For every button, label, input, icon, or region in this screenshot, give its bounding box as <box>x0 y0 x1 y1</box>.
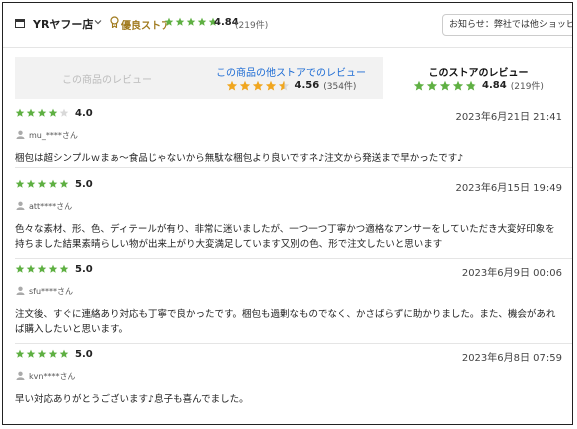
star-icon <box>465 80 477 90</box>
store-header: YRヤフー店 優良ストア 4.84 (219件) お知らせ：弊社では他ショッピン… <box>3 3 572 48</box>
star-icon <box>37 264 47 273</box>
review-rating: 5.0 <box>75 179 93 190</box>
star-icon <box>226 80 237 90</box>
star-icon <box>439 80 451 90</box>
star-icon <box>413 80 425 90</box>
tab-title: この商品の他ストアでのレビュー <box>216 68 366 79</box>
star-icon <box>48 349 58 358</box>
star-icon <box>164 17 174 26</box>
review-date: 2023年6月15日 19:49 <box>455 183 562 194</box>
star-icon <box>26 264 36 273</box>
star-icon <box>37 179 47 188</box>
star-icon <box>48 264 58 273</box>
store-icon <box>15 19 25 28</box>
star-icon <box>175 17 185 26</box>
star-icon <box>239 80 250 90</box>
review-panel: YRヤフー店 優良ストア 4.84 (219件) お知らせ：弊社では他ショッピン… <box>2 2 573 425</box>
review-username: kvn****さん <box>29 372 76 381</box>
review-date: 2023年6月8日 07:59 <box>461 353 562 364</box>
user-avatar-icon <box>16 286 25 295</box>
review-date: 2023年6月21日 21:41 <box>455 112 562 123</box>
review-stars <box>15 349 69 359</box>
star-icon <box>252 80 263 90</box>
star-icon <box>197 17 207 26</box>
review-date: 2023年6月9日 00:06 <box>461 268 562 279</box>
review-rating: 5.0 <box>75 264 93 275</box>
star-icon <box>15 349 25 358</box>
star-icon <box>278 80 289 90</box>
review-text: 梱包は超シンプルｗまぁ～食品じゃないから無駄な梱包より良いですネ♪注文から発送ま… <box>15 153 464 164</box>
review-username: sfu****さん <box>29 287 74 296</box>
star-icon <box>48 108 58 117</box>
store-review-count: (219件) <box>235 21 269 31</box>
tab-other-store-reviews[interactable]: この商品の他ストアでのレビュー 4.56 (354件) <box>199 57 383 99</box>
review-item: 5.0 2023年6月8日 07:59 kvn****さん 早い対応ありがとうご… <box>15 349 572 423</box>
store-rating-stars <box>164 17 218 27</box>
tab-rating-score: 4.84 <box>482 80 507 91</box>
star-icon <box>26 179 36 188</box>
star-icon <box>59 349 69 358</box>
review-rating: 5.0 <box>75 349 93 360</box>
excellent-store-badge-icon <box>110 16 119 28</box>
review-item: 4.0 2023年6月21日 21:41 mu_****さん 梱包は超シンプルｗ… <box>15 108 572 168</box>
chevron-down-icon[interactable] <box>93 17 103 27</box>
star-icon <box>186 17 196 26</box>
tab-review-count: (219件) <box>510 82 544 92</box>
divider <box>15 167 572 168</box>
star-icon <box>59 179 69 188</box>
review-username: att****さん <box>29 202 73 211</box>
star-icon <box>15 264 25 273</box>
tab-rating-score: 4.56 <box>294 80 320 91</box>
tab-product-reviews[interactable]: この商品のレビュー <box>15 57 199 99</box>
star-icon <box>59 264 69 273</box>
star-icon <box>26 108 36 117</box>
star-icon <box>15 108 25 117</box>
tab-rating-stars <box>226 80 290 92</box>
review-stars <box>15 108 69 118</box>
star-icon <box>452 80 464 90</box>
tab-store-reviews[interactable]: このストアのレビュー 4.84 (219件) <box>383 57 572 99</box>
review-text: 早い対応ありがとうございます♪息子も喜んでました。 <box>15 394 249 405</box>
divider <box>15 258 572 259</box>
star-icon <box>59 108 69 117</box>
star-icon <box>15 179 25 188</box>
user-avatar-icon <box>16 130 25 139</box>
star-icon <box>426 80 438 90</box>
divider <box>15 343 572 344</box>
star-icon <box>265 80 276 90</box>
review-text: 色々な素材、形、色、ディテールが有り、非常に迷いましたが、一つ一つ丁寧かつ適格な… <box>15 224 555 250</box>
review-stars <box>15 179 69 189</box>
star-icon <box>37 108 47 117</box>
tab-review-count: (354件) <box>323 82 357 92</box>
user-avatar-icon <box>16 201 25 210</box>
review-item: 5.0 2023年6月15日 19:49 att****さん 色々な素材、形、色… <box>15 179 572 259</box>
review-rating: 4.0 <box>75 108 93 119</box>
review-text: 注文後、すぐに連絡あり対応も丁寧で良かったです。梱包も過剰なものでなく、かさばら… <box>15 309 556 335</box>
user-avatar-icon <box>16 371 25 380</box>
store-name[interactable]: YRヤフー店 <box>33 16 93 32</box>
tab-title: この商品のレビュー <box>62 75 152 86</box>
tab-rating-stars <box>413 80 477 92</box>
star-icon <box>48 179 58 188</box>
tab-title: このストアのレビュー <box>428 68 529 79</box>
review-item: 5.0 2023年6月9日 00:06 sfu****さん 注文後、すぐに連絡あ… <box>15 264 572 344</box>
star-icon <box>37 349 47 358</box>
star-icon <box>26 349 36 358</box>
review-stars <box>15 264 69 274</box>
review-username: mu_****さん <box>29 131 78 140</box>
store-notice[interactable]: お知らせ：弊社では他ショッピングサイ <box>442 14 572 36</box>
